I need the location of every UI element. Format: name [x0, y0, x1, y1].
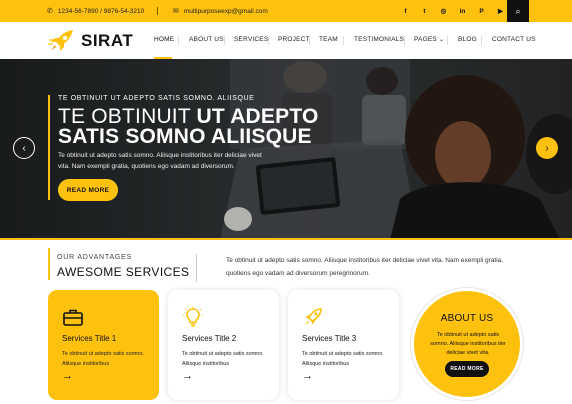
- linkedin-icon[interactable]: in: [453, 8, 472, 15]
- advantages-accent-bar: [48, 248, 50, 280]
- service-title: Services Title 1: [62, 334, 117, 343]
- pinterest-icon[interactable]: P: [472, 8, 491, 15]
- nav-pages[interactable]: PAGES ⌄: [414, 36, 444, 43]
- search-button[interactable]: ⌕: [507, 0, 529, 22]
- nav-divider: [447, 36, 448, 45]
- rocket-icon: [305, 308, 322, 325]
- phone-number: 1234-56-7890 / 9876-54-3210: [57, 7, 145, 15]
- lightbulb-icon: [183, 306, 203, 327]
- hero-description: Te obtinuit ut adepto satis somno. Aliis…: [58, 152, 262, 170]
- chevron-right-icon: ›: [545, 142, 549, 154]
- slider-prev-button[interactable]: ‹: [13, 137, 35, 159]
- hero-read-more-button[interactable]: READ MORE: [58, 179, 118, 201]
- nav-divider: [481, 36, 482, 45]
- topbar-separator: [157, 7, 158, 15]
- nav-about-us[interactable]: ABOUT US: [189, 36, 224, 43]
- nav-divider: [268, 36, 269, 45]
- service-title: Services Title 3: [302, 334, 357, 343]
- nav-contact-us[interactable]: CONTACT US: [492, 36, 536, 43]
- service-title: Services Title 2: [182, 334, 237, 343]
- nav-divider: [343, 36, 344, 45]
- service-text: Te obtinuit ut adepto satis somno. Aliis…: [62, 351, 144, 367]
- about-us-badge: ABOUT US Te obtinuit ut adepto satis som…: [411, 288, 523, 400]
- nav-project[interactable]: PROJECT: [278, 36, 310, 43]
- briefcase-icon: [63, 309, 83, 326]
- hero-bottom-line: [0, 238, 572, 240]
- advantages-kicker: OUR ADVANTAGES: [57, 254, 133, 261]
- hero-heading-line2: SATIS SOMNO ALIISQUE: [58, 125, 312, 148]
- rocket-icon: [48, 30, 73, 51]
- nav-home[interactable]: HOME: [154, 36, 174, 43]
- nav-divider: [404, 36, 405, 45]
- service-text: Te obtinuit ut adepto satis somno Aliisq…: [182, 351, 263, 367]
- hero-slider: TE OBTINUIT UT ADEPTO SATIS SOMNO. ALIIS…: [0, 59, 572, 240]
- logo-text: SIRAT: [81, 31, 134, 50]
- email-contact[interactable]: ✉ multipurposeexp@gmail.com: [173, 0, 268, 22]
- nav-divider: [309, 36, 310, 45]
- advantages-text: Te obtinuit ut adepto satis somno. Aliis…: [226, 257, 504, 277]
- nav-blog[interactable]: BLOG: [458, 36, 477, 43]
- advantages-divider: [196, 254, 197, 282]
- advantages-title: AWESOME SERVICES: [57, 265, 190, 279]
- nav-testimonials[interactable]: TESTIMONIALS: [354, 36, 404, 43]
- about-read-more-button[interactable]: READ MORE: [445, 361, 489, 377]
- top-bar: ✆ 1234-56-7890 / 9876-54-3210 ✉ multipur…: [0, 0, 572, 22]
- twitter-icon[interactable]: t: [415, 8, 434, 15]
- about-title: ABOUT US: [440, 313, 494, 324]
- envelope-icon: ✉: [173, 8, 179, 15]
- email-address: multipurposeexp@gmail.com: [183, 7, 268, 15]
- arrow-right-icon[interactable]: →: [62, 370, 73, 382]
- hero-kicker: TE OBTINUIT UT ADEPTO SATIS SOMNO. ALIIS…: [58, 95, 255, 102]
- nav-divider: [224, 36, 225, 45]
- nav-team[interactable]: TEAM: [319, 36, 338, 43]
- hero-accent-bar: [48, 95, 50, 200]
- site-header: SIRAT HOME ABOUT US SERVICES PROJECT TEA…: [0, 22, 572, 59]
- service-card[interactable]: Services Title 3 Te obtinuit ut adepto s…: [288, 290, 399, 400]
- about-text: Te obtinuit ut adepto satis somno. Aliis…: [430, 332, 506, 356]
- social-links: f t ◎ in P ▶: [396, 0, 510, 22]
- service-card[interactable]: Services Title 2 Te obtinuit ut adepto s…: [168, 290, 279, 400]
- chevron-down-icon: ⌄: [438, 37, 445, 43]
- service-card[interactable]: Services Title 1 Te obtinuit ut adepto s…: [48, 290, 159, 400]
- facebook-icon[interactable]: f: [396, 8, 415, 15]
- service-text: Te obtinuit ut adepto satis somno Aliisq…: [302, 351, 383, 367]
- hero-background-image: [0, 59, 572, 240]
- instagram-icon[interactable]: ◎: [434, 7, 453, 15]
- chevron-left-icon: ‹: [22, 142, 26, 154]
- nav-divider: [178, 36, 179, 45]
- nav-services[interactable]: SERVICES: [234, 36, 268, 43]
- phone-contact[interactable]: ✆ 1234-56-7890 / 9876-54-3210: [47, 0, 144, 22]
- site-logo[interactable]: SIRAT: [47, 28, 133, 54]
- phone-icon: ✆: [47, 8, 53, 15]
- arrow-right-icon[interactable]: →: [182, 370, 193, 382]
- nav-pages-label: PAGES: [414, 36, 437, 43]
- arrow-right-icon[interactable]: →: [302, 370, 313, 382]
- search-icon: ⌕: [515, 5, 521, 16]
- slider-next-button[interactable]: ›: [536, 137, 558, 159]
